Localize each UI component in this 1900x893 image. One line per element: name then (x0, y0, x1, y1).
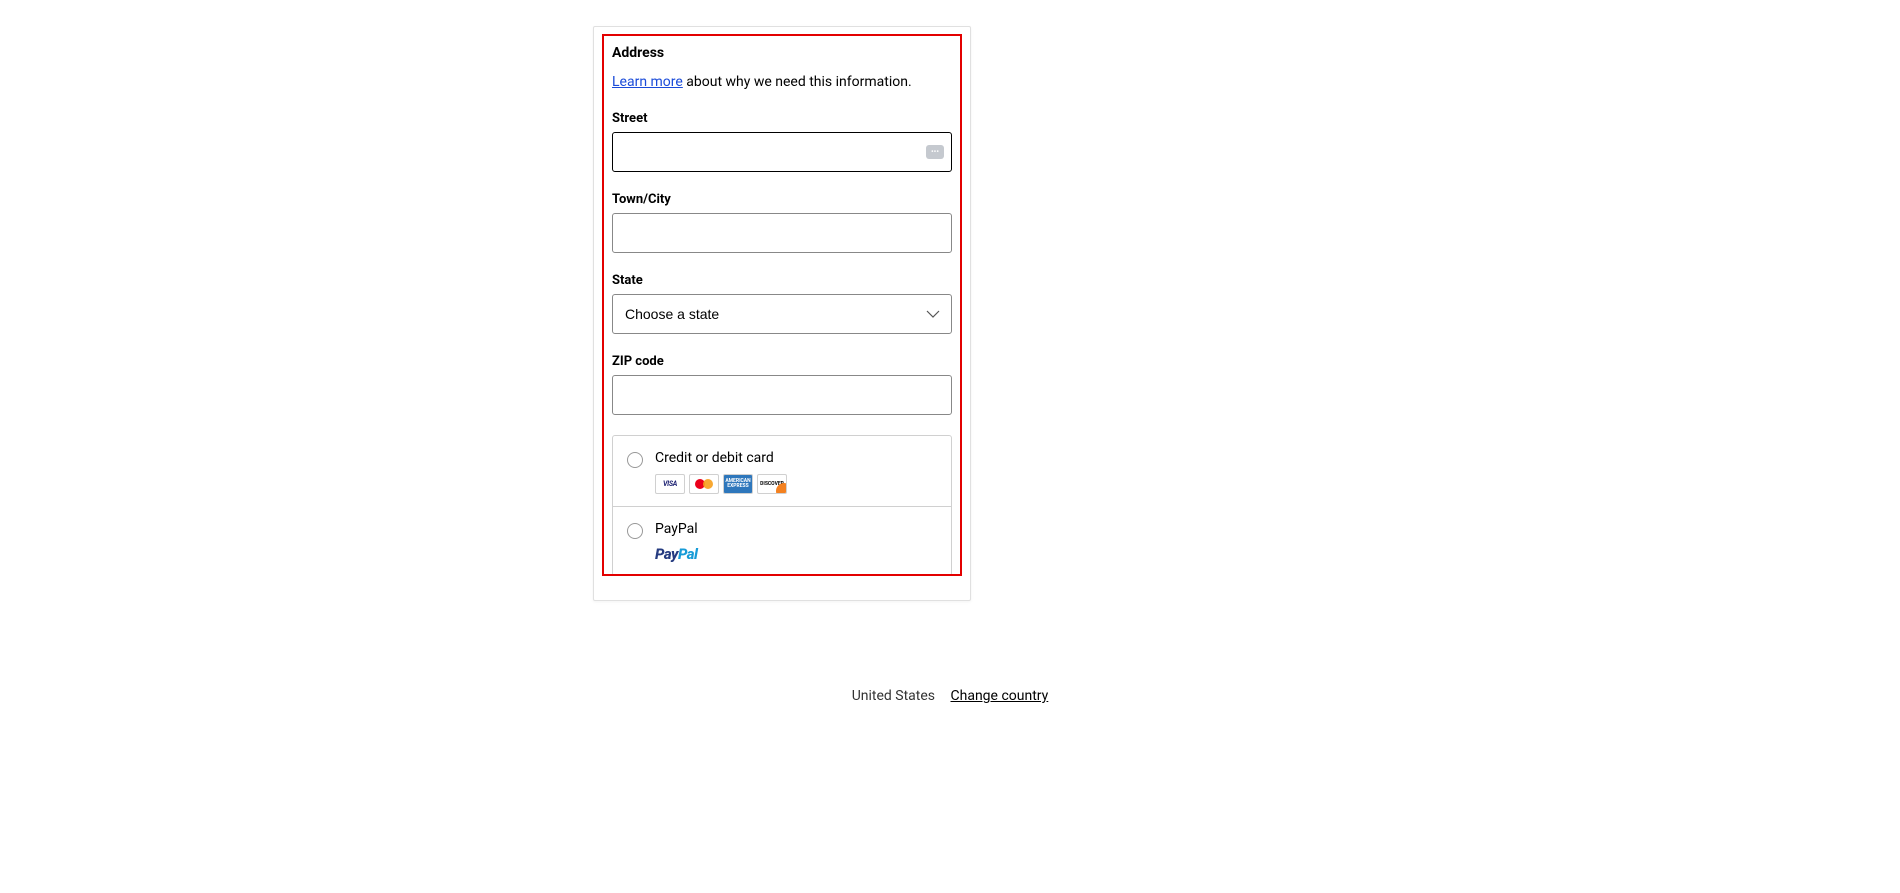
payment-paypal-label: PayPal (655, 521, 937, 537)
radio-paypal[interactable] (627, 523, 643, 539)
street-input[interactable] (612, 132, 952, 172)
street-label: Street (612, 111, 952, 126)
autofill-icon[interactable] (926, 145, 944, 159)
payment-card-body: Credit or debit card VISA AMERICANEXPRES… (655, 450, 937, 494)
zip-input[interactable] (612, 375, 952, 415)
payment-methods: Credit or debit card VISA AMERICANEXPRES… (612, 435, 952, 576)
change-country-link[interactable]: Change country (951, 688, 1049, 704)
city-field: Town/City (612, 192, 952, 253)
payment-card-label: Credit or debit card (655, 450, 937, 466)
checkout-card: Address Learn more about why we need thi… (593, 26, 971, 601)
state-select-wrapper: Choose a state (612, 294, 952, 334)
address-section: Address Learn more about why we need thi… (594, 27, 970, 415)
street-input-wrapper (612, 132, 952, 172)
address-info-text: about why we need this information. (683, 74, 912, 90)
state-select[interactable]: Choose a state (612, 294, 952, 334)
payment-option-paypal[interactable]: PayPal PayPal (613, 506, 951, 575)
discover-icon: DISCOVER (757, 474, 787, 494)
address-heading: Address (612, 45, 952, 61)
mastercard-icon (689, 474, 719, 494)
payment-paypal-body: PayPal PayPal (655, 521, 937, 563)
learn-more-link[interactable]: Learn more (612, 74, 683, 90)
radio-card[interactable] (627, 452, 643, 468)
visa-icon: VISA (655, 474, 685, 494)
state-field: State Choose a state (612, 273, 952, 334)
payment-option-card[interactable]: Credit or debit card VISA AMERICANEXPRES… (613, 436, 951, 506)
footer: United States Change country (0, 688, 1900, 704)
paypal-logo: PayPal (655, 545, 937, 563)
zip-field: ZIP code (612, 354, 952, 415)
card-icons-row: VISA AMERICANEXPRESS DISCOVER (655, 474, 937, 494)
state-label: State (612, 273, 952, 288)
city-label: Town/City (612, 192, 952, 207)
footer-country: United States (852, 688, 935, 704)
zip-label: ZIP code (612, 354, 952, 369)
street-field: Street (612, 111, 952, 172)
amex-icon: AMERICANEXPRESS (723, 474, 753, 494)
address-info: Learn more about why we need this inform… (612, 73, 952, 93)
city-input[interactable] (612, 213, 952, 253)
